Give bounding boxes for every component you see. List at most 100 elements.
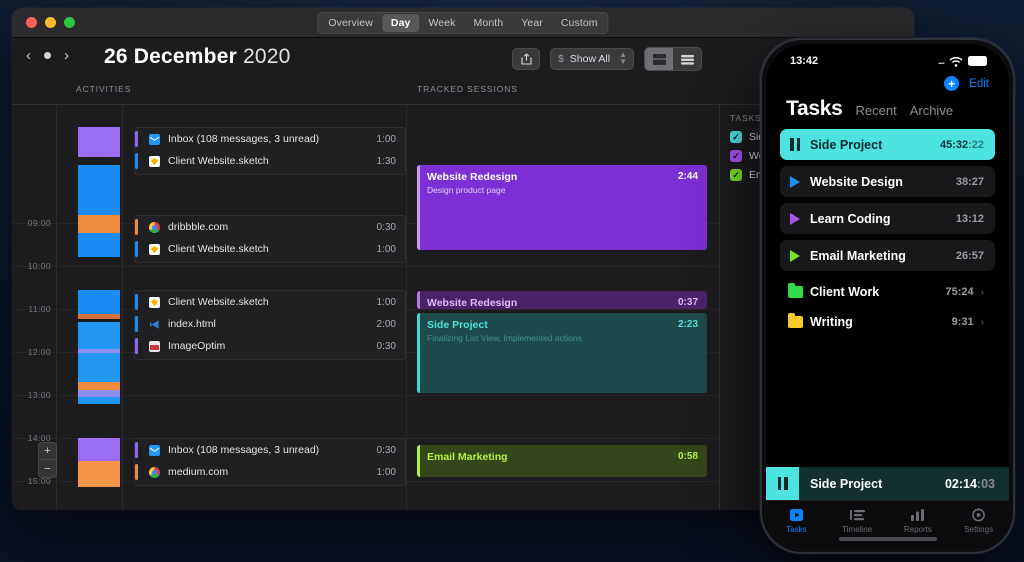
today-button[interactable] xyxy=(44,52,51,59)
cellular-icon: .... xyxy=(937,56,945,66)
tracked-session-block[interactable]: 0:58 Email Marketing xyxy=(417,445,707,477)
activity-name: Inbox (108 messages, 3 unread) xyxy=(168,444,320,456)
activity-row[interactable]: Inbox (108 messages, 3 unread) 1:00 xyxy=(135,128,405,150)
phone-tab-recent[interactable]: Recent xyxy=(856,103,897,118)
pause-icon xyxy=(777,477,788,490)
minimize-window-button[interactable] xyxy=(45,17,56,28)
activity-bar-segment xyxy=(78,382,120,390)
period-tab-custom[interactable]: Custom xyxy=(552,14,607,32)
add-task-button[interactable]: + xyxy=(944,76,960,91)
activity-bar-segment xyxy=(78,397,120,404)
activity-duration: 0:30 xyxy=(376,340,396,352)
activity-accent xyxy=(135,316,138,332)
activity-row[interactable]: index.html 2:00 xyxy=(135,313,405,335)
sessions-divider xyxy=(406,105,407,510)
folder-rows[interactable]: Client Work 75:24 › Writing 9:31 › xyxy=(780,277,995,337)
activity-row[interactable]: Inbox (108 messages, 3 unread) 0:30 xyxy=(135,439,405,461)
folder-time: 9:31 xyxy=(951,316,974,328)
tracked-session-block[interactable]: 0:37 Website Redesign xyxy=(417,291,707,309)
activity-row[interactable]: Client Website.sketch 1:30 xyxy=(135,150,405,172)
activity-duration: 0:30 xyxy=(376,221,396,233)
activity-group: Client Website.sketch 1:00 index.html 2:… xyxy=(134,290,406,360)
folder-row[interactable]: Client Work 75:24 › xyxy=(780,277,995,307)
folder-row[interactable]: Writing 9:31 › xyxy=(780,307,995,337)
phone-section-tabs[interactable]: Tasks Recent Archive xyxy=(766,91,1009,129)
close-window-button[interactable] xyxy=(26,17,37,28)
chevron-right-icon: › xyxy=(980,286,984,298)
period-tab-overview[interactable]: Overview xyxy=(319,14,382,32)
tracked-session-block[interactable]: 2:23 Side Project Finalizing List View, … xyxy=(417,313,707,393)
tabbar-item-settings[interactable]: Settings xyxy=(948,507,1009,534)
tabbar-item-timeline[interactable]: Timeline xyxy=(827,507,888,534)
activity-name: Client Website.sketch xyxy=(168,155,269,167)
folder-icon xyxy=(787,313,803,328)
task-cards[interactable]: Side Project 45:32:22 Website Design 38:… xyxy=(780,129,995,271)
time-label: 11:00 xyxy=(28,304,51,314)
tabbar-item-tasks[interactable]: Tasks xyxy=(766,507,827,534)
activity-row[interactable]: ImageOptim 0:30 xyxy=(135,335,405,357)
phone-tab-archive[interactable]: Archive xyxy=(910,103,953,118)
task-checkbox[interactable]: ✓ xyxy=(730,169,742,181)
activity-row[interactable]: dribbble.com 0:30 xyxy=(135,216,405,238)
mail-icon xyxy=(149,133,160,145)
task-card[interactable]: Learn Coding 13:12 xyxy=(780,203,995,234)
chevron-updown-icon: ▲ ▼ xyxy=(619,50,627,66)
next-day-button[interactable]: › xyxy=(64,48,69,63)
time-label: 12:00 xyxy=(27,347,51,357)
chevron-right-icon: › xyxy=(980,316,984,328)
period-tab-day[interactable]: Day xyxy=(381,13,420,32)
share-button[interactable] xyxy=(512,48,541,70)
task-card-label: Website Design xyxy=(810,174,903,189)
chrome-icon xyxy=(149,221,160,233)
activity-accent xyxy=(135,464,138,480)
task-checkbox[interactable]: ✓ xyxy=(730,150,742,162)
play-icon[interactable] xyxy=(780,212,810,225)
show-all-filter-dropdown[interactable]: $ Show All ▲ ▼ xyxy=(550,48,634,70)
date-year: 2020 xyxy=(243,45,291,68)
play-icon[interactable] xyxy=(780,249,810,262)
pause-icon[interactable] xyxy=(780,138,810,151)
activity-bar-segment xyxy=(78,233,120,257)
chrome-icon xyxy=(149,466,160,478)
task-card-time: 26:57 xyxy=(956,250,984,262)
period-tab-year[interactable]: Year xyxy=(512,14,552,32)
view-mode-toggle[interactable] xyxy=(644,47,702,71)
phone-tab-tasks[interactable]: Tasks xyxy=(786,97,843,121)
activity-duration: 1:00 xyxy=(376,133,396,145)
phone-header-actions: + Edit xyxy=(766,72,1009,91)
split-view-button[interactable] xyxy=(645,48,673,70)
play-icon[interactable] xyxy=(780,175,810,188)
timeline-zoom-control[interactable]: + − xyxy=(38,442,57,478)
date-navigation[interactable]: ‹ › xyxy=(26,48,69,63)
tracked-session-block[interactable]: 2:44 Website Redesign Design product pag… xyxy=(417,165,707,250)
task-card[interactable]: Email Marketing 26:57 xyxy=(780,240,995,271)
session-accent xyxy=(417,445,420,477)
edit-button[interactable]: Edit xyxy=(969,78,989,90)
running-timer-bar[interactable]: Side Project 02:14:03 xyxy=(766,467,1009,500)
tabbar-item-reports[interactable]: Reports xyxy=(888,507,949,534)
task-card[interactable]: Website Design 38:27 xyxy=(780,166,995,197)
zoom-out-button[interactable]: − xyxy=(39,460,56,477)
zoom-in-button[interactable]: + xyxy=(39,443,56,460)
activity-duration: 0:30 xyxy=(376,444,396,456)
split-view-icon xyxy=(652,53,666,65)
activity-row[interactable]: medium.com 1:00 xyxy=(135,461,405,483)
activity-row[interactable]: Client Website.sketch 1:00 xyxy=(135,238,405,260)
phone-screen: 13:42 .... + Edit Tasks Recent Archive Sid… xyxy=(766,44,1009,548)
task-checkbox[interactable]: ✓ xyxy=(730,131,742,143)
session-title: Side Project xyxy=(427,319,488,331)
period-tab-month[interactable]: Month xyxy=(465,14,513,32)
period-tab-week[interactable]: Week xyxy=(419,14,464,32)
session-title: Website Redesign xyxy=(427,171,518,183)
list-view-button[interactable] xyxy=(673,48,701,70)
vscode-icon xyxy=(149,319,160,330)
activity-row[interactable]: Client Website.sketch 1:00 xyxy=(135,291,405,313)
task-card[interactable]: Side Project 45:32:22 xyxy=(780,129,995,160)
tasks-icon xyxy=(789,507,804,522)
previous-day-button[interactable]: ‹ xyxy=(26,48,31,63)
pause-timer-button[interactable] xyxy=(766,467,799,500)
period-segmented-control[interactable]: Overview Day Week Month Year Custom xyxy=(317,11,609,34)
tracked-sessions-list[interactable]: 2:44 Website Redesign Design product pag… xyxy=(417,105,707,510)
maximize-window-button[interactable] xyxy=(64,17,75,28)
activity-list[interactable]: Inbox (108 messages, 3 unread) 1:00 Clie… xyxy=(134,105,406,510)
